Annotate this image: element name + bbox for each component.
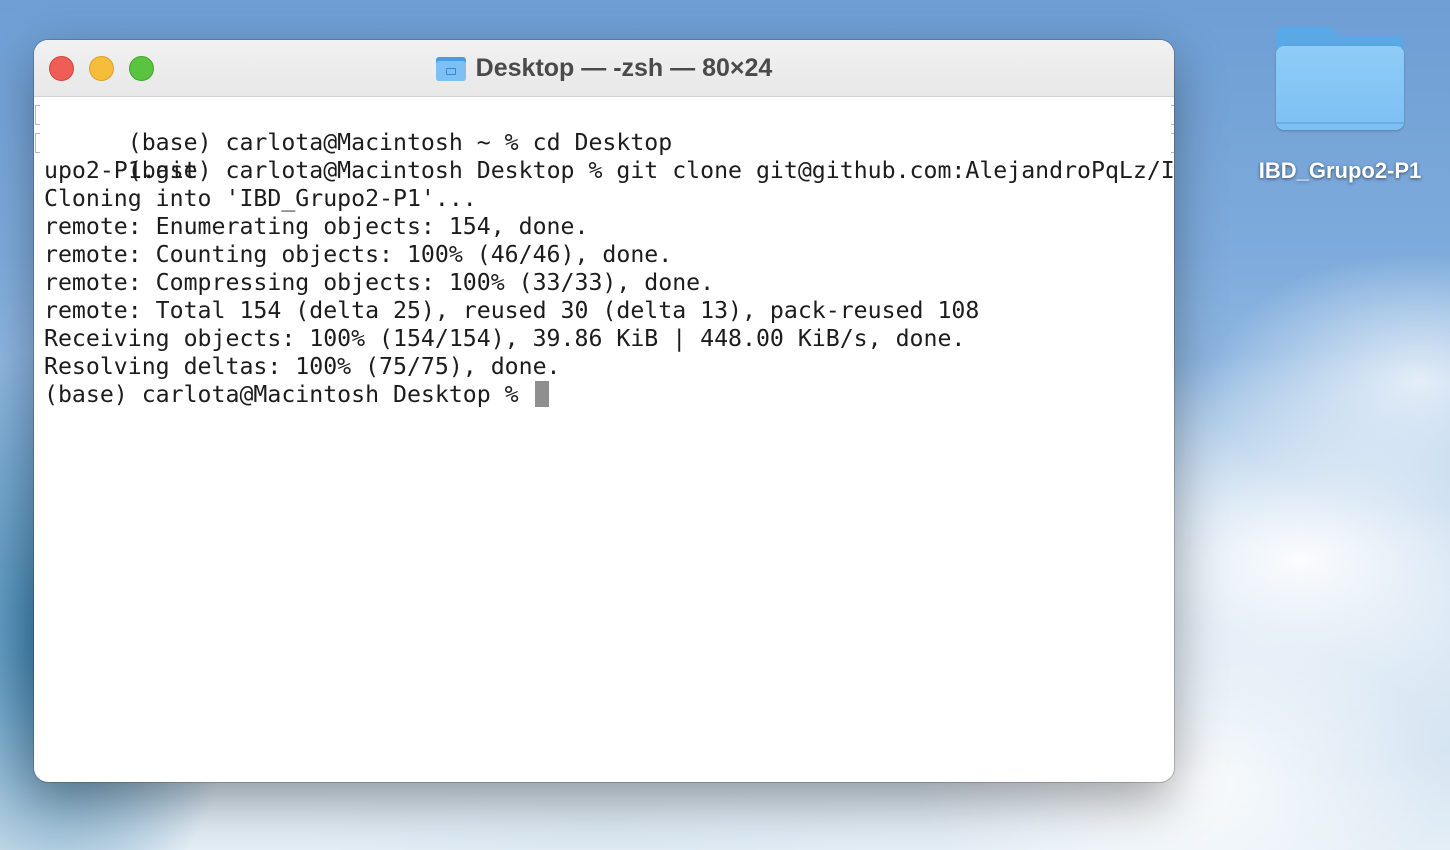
terminal-line: remote: Compressing objects: 100% (33/33…	[44, 269, 1174, 297]
folder-icon[interactable]	[1276, 22, 1404, 130]
terminal-line: Resolving deltas: 100% (75/75), done.	[44, 353, 1174, 381]
terminal-line: Receiving objects: 100% (154/154), 39.86…	[44, 325, 1174, 353]
terminal-prompt-line[interactable]: (base) carlota@Macintosh Desktop %	[44, 381, 1174, 409]
line-mark-left	[35, 105, 40, 125]
terminal-line: upo2-P1.git	[44, 157, 1174, 185]
terminal-line-text: remote: Compressing objects: 100% (33/33…	[44, 269, 715, 296]
title-bar[interactable]: Desktop — -zsh — 80×24	[34, 40, 1174, 97]
terminal-line: Cloning into 'IBD_Grupo2-P1'...	[44, 185, 1174, 213]
terminal-line: (base) carlota@Macintosh ~ % cd Desktop	[35, 101, 1174, 156]
terminal-window: Desktop — -zsh — 80×24 (base) carlota@Ma…	[34, 40, 1174, 782]
desktop-folder[interactable]: IBD_Grupo2-P1	[1240, 22, 1440, 184]
terminal-line-text: Resolving deltas: 100% (75/75), done.	[44, 353, 561, 380]
terminal-line-text: Receiving objects: 100% (154/154), 39.86…	[44, 325, 966, 352]
terminal-line: remote: Total 154 (delta 25), reused 30 …	[44, 297, 1174, 325]
terminal-output[interactable]: (base) carlota@Macintosh ~ % cd Desktop …	[34, 97, 1174, 409]
terminal-line-text: upo2-P1.git	[44, 157, 198, 184]
terminal-line-text: remote: Enumerating objects: 154, done.	[44, 213, 589, 240]
text-cursor	[534, 381, 549, 407]
line-mark-right	[1171, 105, 1174, 125]
terminal-line: (base) carlota@Macintosh Desktop % git c…	[35, 129, 1174, 184]
terminal-line: remote: Counting objects: 100% (46/46), …	[44, 241, 1174, 269]
terminal-line-text: remote: Counting objects: 100% (46/46), …	[44, 241, 673, 268]
desktop-folder-label[interactable]: IBD_Grupo2-P1	[1240, 158, 1440, 184]
line-mark-left	[35, 133, 40, 153]
terminal-line-text: Cloning into 'IBD_Grupo2-P1'...	[44, 185, 477, 212]
terminal-line-text: remote: Total 154 (delta 25), reused 30 …	[44, 297, 980, 324]
window-title: Desktop — -zsh — 80×24	[475, 53, 773, 82]
folder-icon	[435, 55, 466, 81]
terminal-prompt: (base) carlota@Macintosh Desktop %	[44, 381, 533, 408]
window-title-group: Desktop — -zsh — 80×24	[34, 40, 1174, 96]
line-mark-right	[1171, 133, 1174, 153]
terminal-line: remote: Enumerating objects: 154, done.	[44, 213, 1174, 241]
